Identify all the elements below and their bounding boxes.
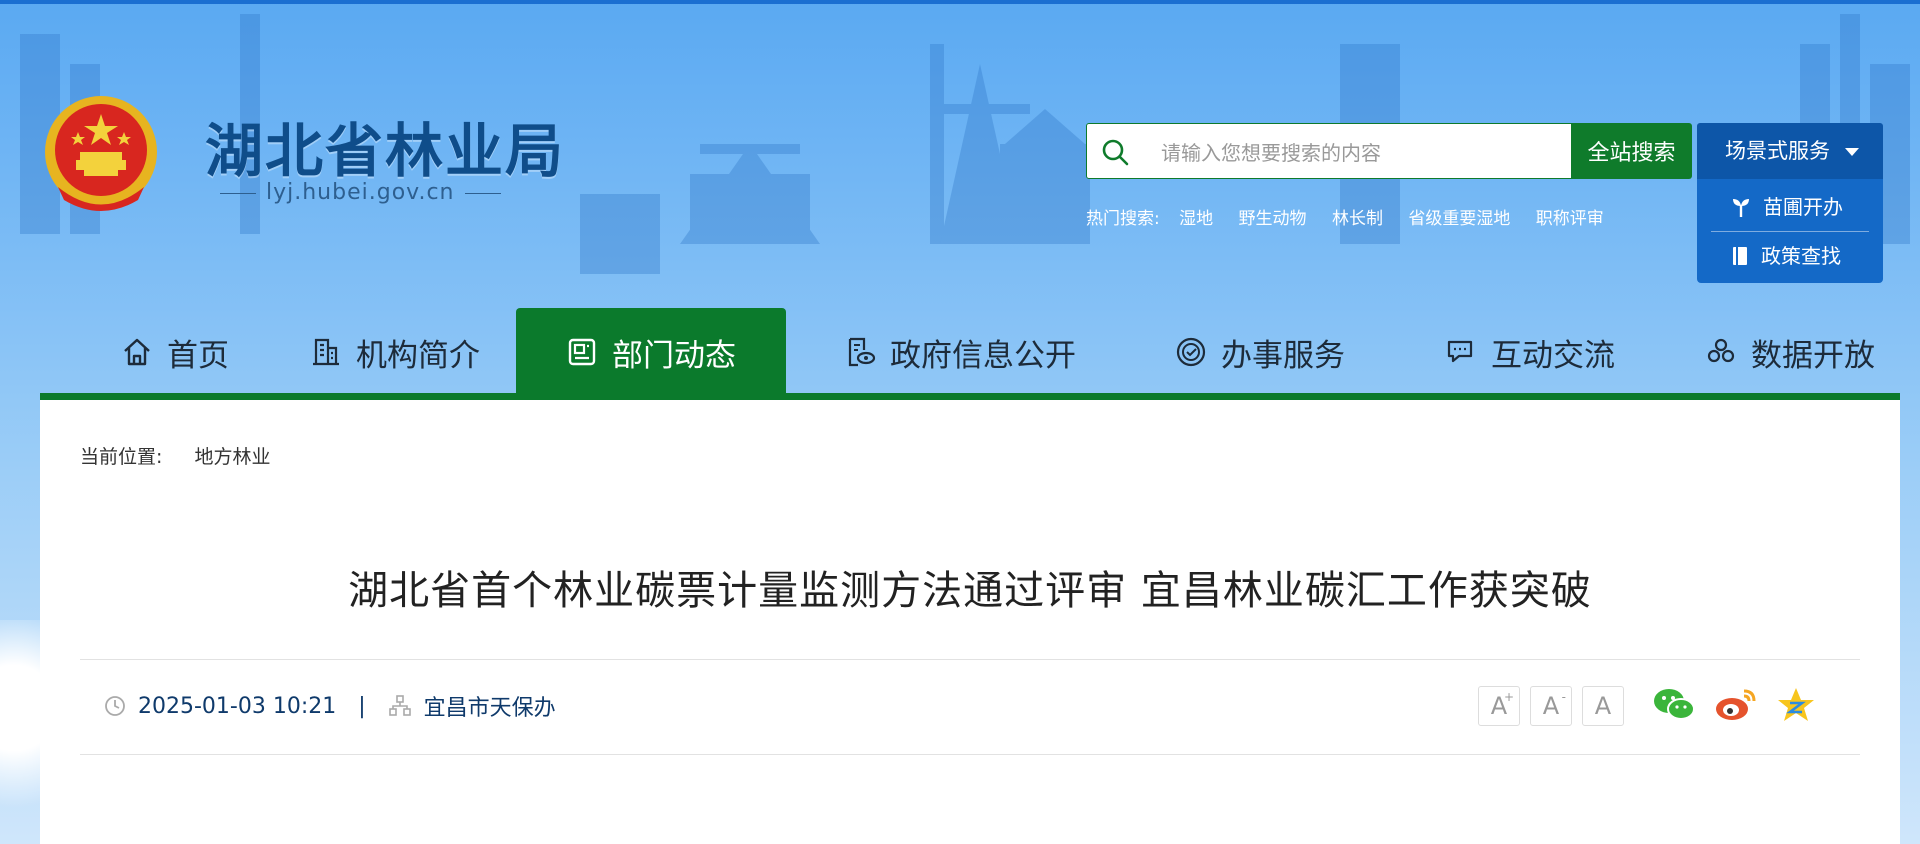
- scene-service-toggle[interactable]: 场景式服务: [1697, 123, 1883, 179]
- chevron-down-icon: [1845, 148, 1859, 156]
- search-box: [1086, 123, 1572, 179]
- nav-label: 首页: [167, 337, 229, 374]
- article-meta: 2025-01-03 10:21 | 宜昌市天保办: [104, 690, 556, 722]
- main-nav: 首页 机构简介 部门动态 政府信息公开 办事服务 互动交流 数据开放: [40, 308, 1900, 396]
- site-title: 湖北省林业局: [205, 117, 566, 185]
- nav-item-service[interactable]: 办事服务: [1150, 308, 1370, 396]
- divider: [80, 754, 1860, 755]
- nav-item-gov-info[interactable]: 政府信息公开: [820, 308, 1100, 396]
- scene-item-policy[interactable]: 政策查找: [1711, 231, 1869, 279]
- nav-item-open-data[interactable]: 数据开放: [1680, 308, 1900, 396]
- nav-item-news[interactable]: 部门动态: [516, 308, 786, 396]
- wechat-icon: [1654, 689, 1695, 720]
- nav-label: 办事服务: [1221, 337, 1345, 374]
- font-size-controls: A + A- A: [1478, 686, 1624, 726]
- font-size-reset-button[interactable]: A: [1582, 686, 1624, 726]
- sprout-icon: [1733, 199, 1749, 217]
- share-qzone-button[interactable]: [1776, 686, 1816, 724]
- hot-search-row: 热门搜索: 湿地 野生动物 林长制 省级重要湿地 职称评审: [1086, 204, 1624, 229]
- service-icon: [1176, 337, 1206, 367]
- domain-dash-left: [220, 192, 256, 194]
- scene-item-label: 苗圃开办: [1763, 195, 1843, 219]
- scene-service-menu: 苗圃开办 政策查找: [1697, 179, 1883, 283]
- chat-icon: [1447, 340, 1473, 363]
- decorative-cloud: [0, 620, 50, 840]
- domain-dash-right: [464, 192, 501, 194]
- breadcrumb-link-current[interactable]: 地方林业: [194, 446, 270, 468]
- document-eye-icon: [848, 337, 876, 367]
- nav-item-interaction[interactable]: 互动交流: [1420, 308, 1640, 396]
- scene-item-label: 政策查找: [1761, 243, 1841, 268]
- font-size-decrease-button[interactable]: A-: [1530, 686, 1572, 726]
- hot-search-label: 热门搜索:: [1086, 209, 1160, 229]
- search-input[interactable]: [1159, 134, 1563, 172]
- article-content-panel: 当前位置: 地方林业 湖北省首个林业碳票计量监测方法通过评审 宜昌林业碳汇工作获…: [40, 400, 1900, 844]
- breadcrumb: 当前位置: 地方林业: [80, 442, 270, 469]
- article-title: 湖北省首个林业碳票计量监测方法通过评审 宜昌林业碳汇工作获突破: [348, 568, 1592, 614]
- article-datetime: 2025-01-03 10:21: [138, 693, 337, 719]
- scene-service-dropdown: 场景式服务 苗圃开办 政策查找: [1697, 123, 1883, 283]
- site-domain-text: lyj.hubei.gov.cn: [266, 180, 455, 205]
- nav-item-about[interactable]: 机构简介: [280, 308, 510, 396]
- font-size-letter: A: [1542, 692, 1560, 720]
- scene-item-nursery[interactable]: 苗圃开办: [1697, 183, 1883, 231]
- site-domain: lyj.hubei.gov.cn: [210, 180, 511, 205]
- nav-label: 互动交流: [1491, 337, 1615, 374]
- hot-keyword-link[interactable]: 职称评审: [1536, 209, 1604, 229]
- org-chart-icon: [388, 695, 411, 716]
- site-search-button[interactable]: 全站搜索: [1571, 123, 1692, 179]
- building-icon: [313, 338, 339, 366]
- weibo-icon: [1716, 689, 1756, 720]
- breadcrumb-label: 当前位置:: [80, 446, 163, 468]
- scene-service-title: 场景式服务: [1725, 139, 1830, 163]
- share-buttons: [1652, 686, 1816, 724]
- nav-label: 政府信息公开: [890, 337, 1076, 374]
- hot-keyword-link[interactable]: 湿地: [1179, 209, 1213, 229]
- font-size-letter: A: [1594, 692, 1612, 720]
- share-weibo-button[interactable]: [1714, 687, 1758, 723]
- hot-keyword-link[interactable]: 省级重要湿地: [1408, 209, 1510, 229]
- search-icon: [1102, 139, 1129, 166]
- data-icon: [1707, 338, 1735, 363]
- nav-label: 部门动态: [612, 337, 736, 374]
- hot-keyword-link[interactable]: 野生动物: [1239, 209, 1307, 229]
- nav-item-home[interactable]: 首页: [80, 308, 270, 396]
- clock-icon: [105, 696, 125, 716]
- national-emblem-logo: [45, 96, 157, 211]
- nav-underline-bar: [40, 393, 1900, 400]
- home-icon: [124, 338, 150, 366]
- hot-keyword-link[interactable]: 林长制: [1332, 209, 1383, 229]
- article-source: 宜昌市天保办: [423, 696, 556, 721]
- news-icon: [568, 338, 596, 366]
- share-wechat-button[interactable]: [1652, 687, 1696, 723]
- book-icon: [1733, 246, 1747, 265]
- meta-separator: |: [358, 693, 366, 719]
- font-size-increase-button[interactable]: A +: [1478, 686, 1520, 726]
- nav-label: 数据开放: [1751, 337, 1875, 374]
- qzone-star-icon: [1778, 688, 1814, 721]
- nav-label: 机构简介: [356, 337, 480, 374]
- divider: [80, 659, 1860, 660]
